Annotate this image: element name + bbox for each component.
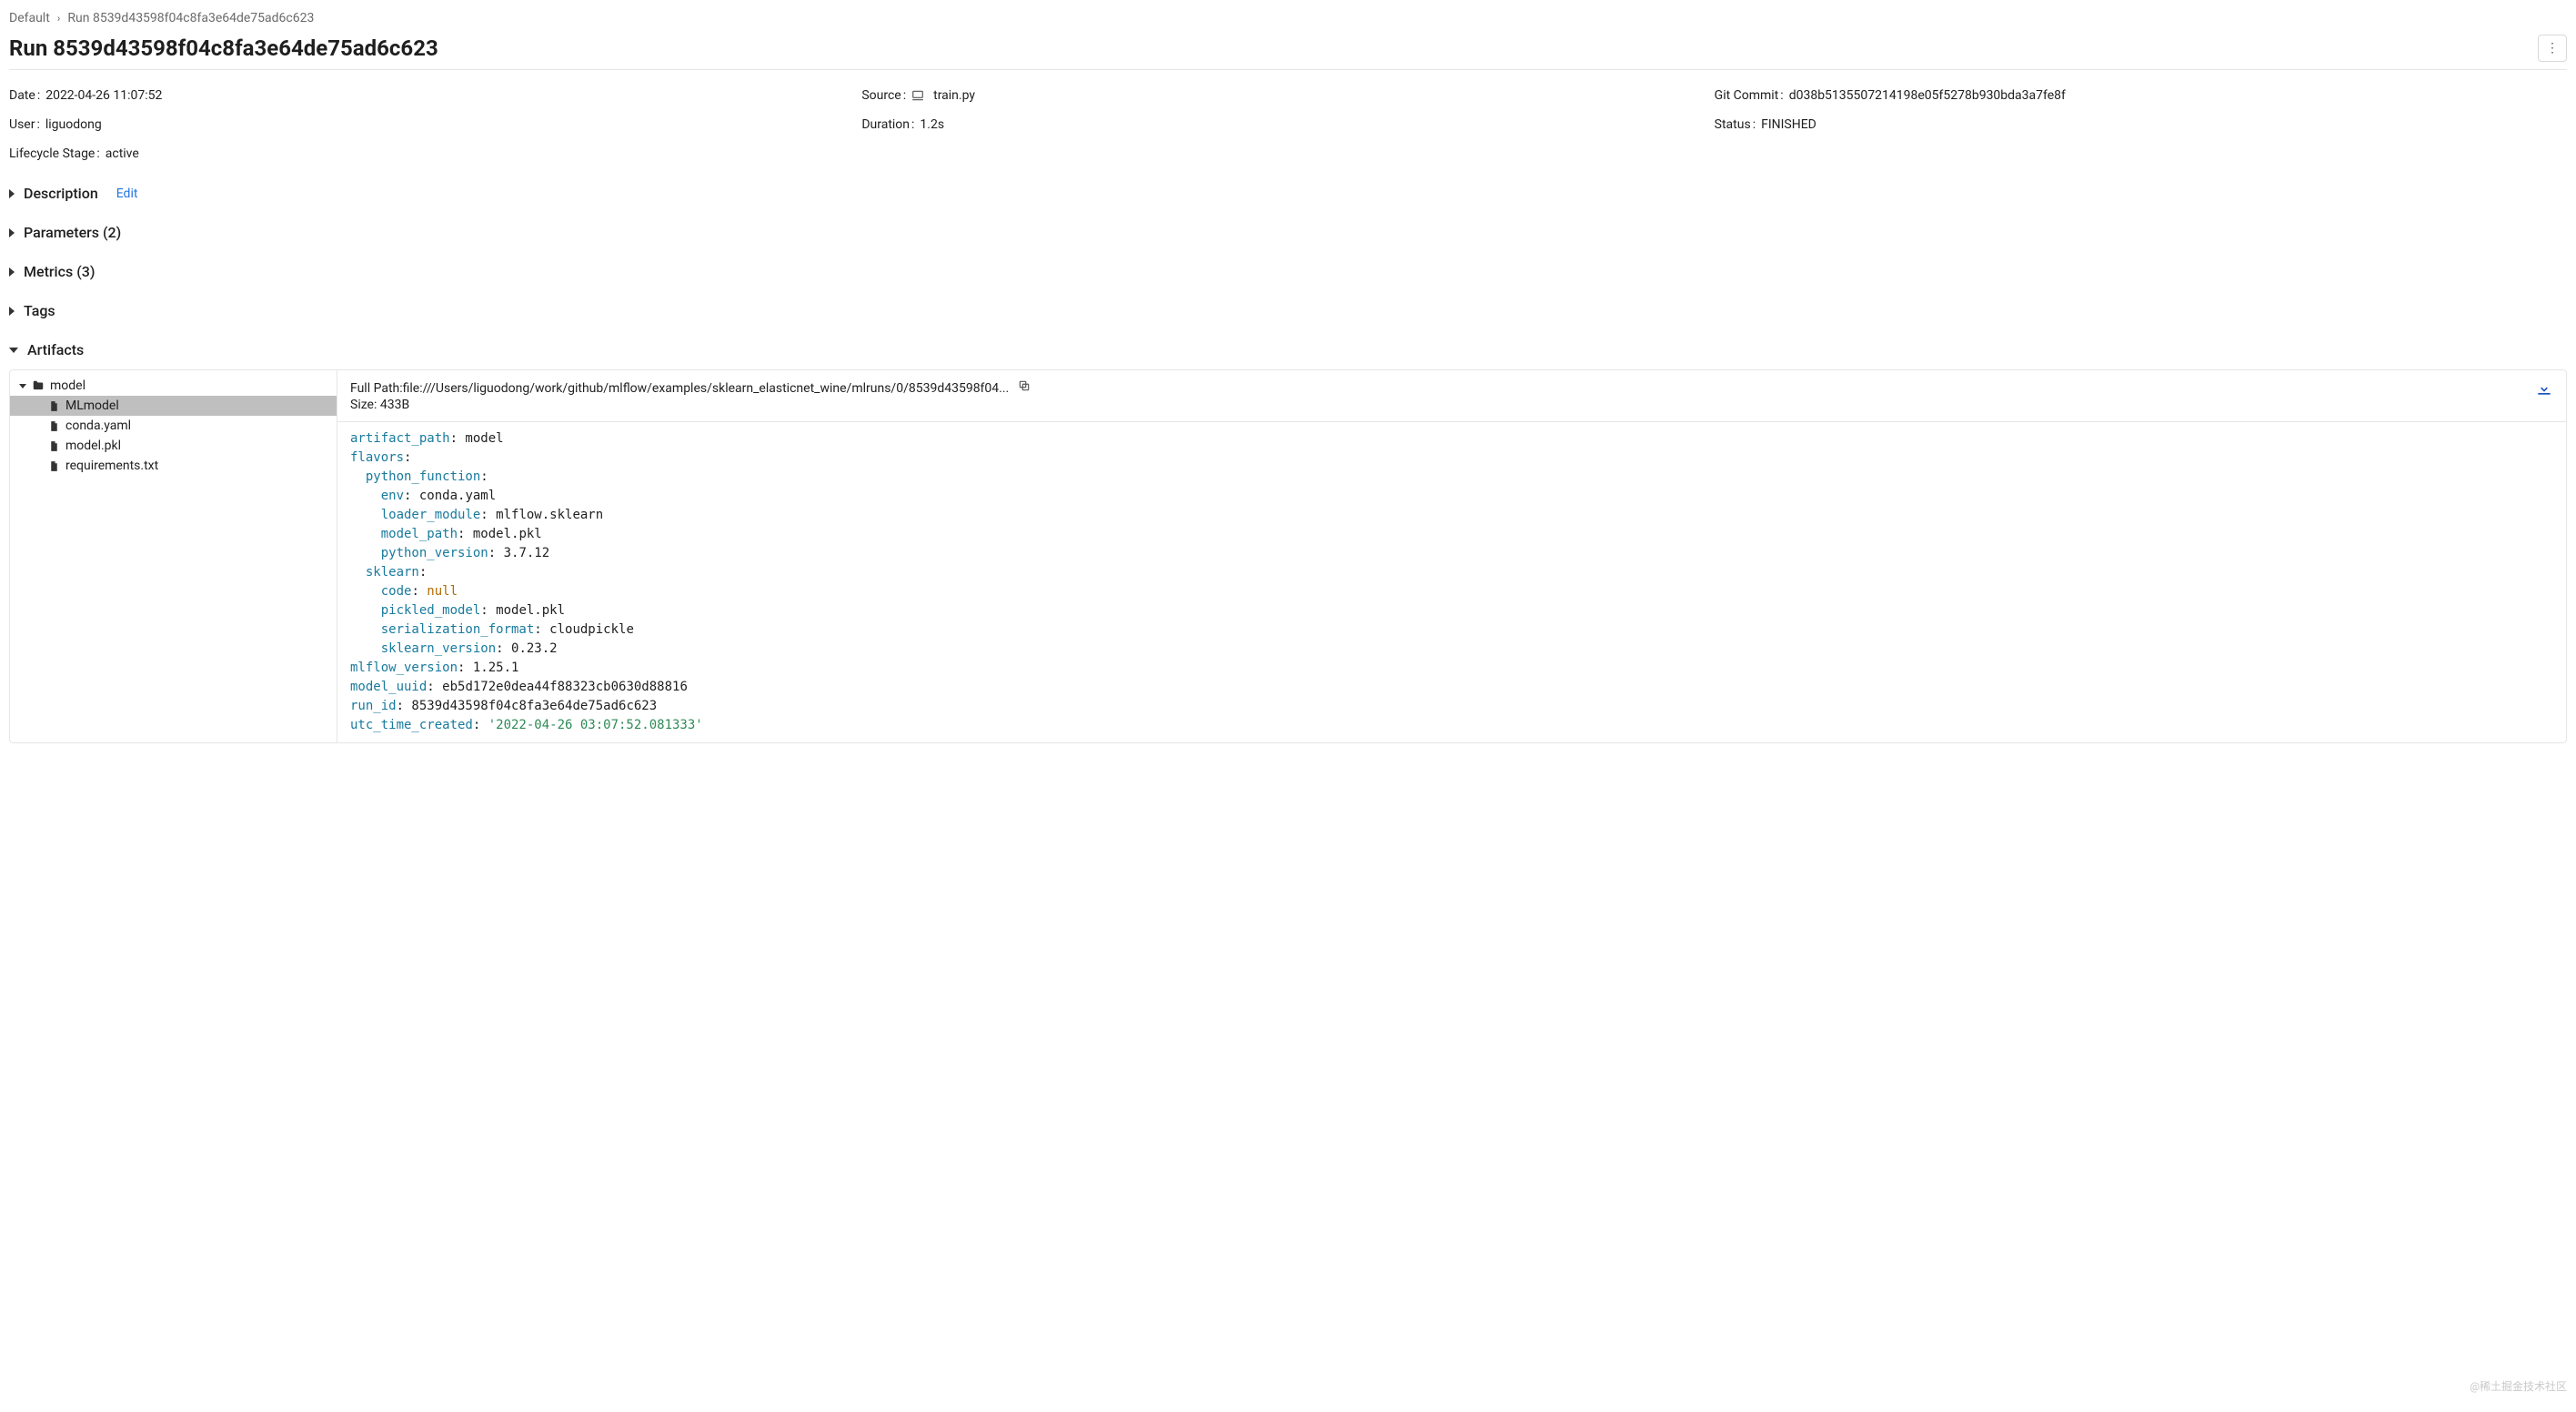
tree-file-label: model.pkl	[65, 439, 121, 453]
tree-file[interactable]: model.pkl	[10, 436, 337, 456]
tree-file[interactable]: requirements.txt	[10, 456, 337, 476]
artifact-viewer: Full Path:file:///Users/liguodong/work/g…	[337, 370, 2566, 742]
meta-lifecycle-value: active	[106, 146, 139, 161]
meta-date-value: 2022-04-26 11:07:52	[45, 88, 162, 103]
run-meta: Date 2022-04-26 11:07:52 Source train.py…	[9, 70, 2567, 174]
section-artifacts[interactable]: Artifacts	[9, 330, 2567, 369]
meta-status-value: FINISHED	[1761, 117, 1816, 132]
laptop-icon	[911, 89, 924, 102]
full-path-label: Full Path:	[350, 381, 403, 396]
copy-icon[interactable]	[1018, 379, 1031, 396]
tree-folder-model[interactable]: model	[10, 376, 337, 396]
meta-status-label: Status	[1715, 117, 1756, 132]
watermark: @稀土掘金技术社区	[2470, 1378, 2567, 1394]
file-icon	[48, 460, 60, 472]
more-vertical-icon: ⋮	[2546, 42, 2559, 55]
meta-duration-value: 1.2s	[920, 117, 944, 132]
tree-folder-label: model	[50, 378, 86, 393]
meta-user-label: User	[9, 117, 40, 132]
file-icon	[48, 400, 60, 412]
tree-file-label: requirements.txt	[65, 459, 158, 473]
artifact-tree: model MLmodel conda.yaml model.pkl requirem…	[10, 370, 337, 742]
tree-file-label: MLmodel	[65, 398, 119, 413]
meta-git-value: d038b5135507214198e05f5278b930bda3a7fe8f	[1789, 88, 2066, 103]
tree-file[interactable]: conda.yaml	[10, 416, 337, 436]
caret-down-icon	[9, 348, 18, 353]
breadcrumb-current: Run 8539d43598f04c8fa3e64de75ad6c623	[67, 11, 314, 25]
section-metrics-title: Metrics (3)	[24, 263, 95, 280]
section-metrics[interactable]: Metrics (3)	[9, 252, 2567, 291]
caret-right-icon	[9, 228, 15, 237]
section-description-title: Description	[24, 185, 98, 202]
page-title: Run 8539d43598f04c8fa3e64de75ad6c623	[9, 35, 438, 61]
tree-file[interactable]: MLmodel	[10, 396, 337, 416]
section-tags-title: Tags	[24, 302, 55, 319]
meta-source-label: Source	[861, 88, 906, 103]
tree-file-label: conda.yaml	[65, 419, 131, 433]
caret-down-icon	[19, 384, 26, 388]
chevron-right-icon: ›	[57, 12, 61, 25]
section-description[interactable]: Description Edit	[9, 174, 2567, 213]
folder-icon	[32, 379, 45, 392]
section-parameters-title: Parameters (2)	[24, 224, 121, 241]
section-tags[interactable]: Tags	[9, 291, 2567, 330]
full-path-value: file:///Users/liguodong/work/github/mlfl…	[403, 381, 1010, 396]
meta-user-value[interactable]: liguodong	[45, 117, 102, 132]
download-button[interactable]	[2535, 379, 2553, 398]
size-value: 433B	[380, 398, 409, 412]
caret-right-icon	[9, 307, 15, 316]
meta-source-value[interactable]: train.py	[933, 88, 975, 103]
file-content: artifact_path: model flavors: python_fun…	[337, 422, 2566, 742]
meta-duration-label: Duration	[861, 117, 914, 132]
artifacts-panel: model MLmodel conda.yaml model.pkl requirem…	[9, 369, 2567, 743]
file-icon	[48, 440, 60, 452]
size-label: Size:	[350, 398, 377, 412]
section-parameters[interactable]: Parameters (2)	[9, 213, 2567, 252]
caret-right-icon	[9, 189, 15, 198]
file-icon	[48, 420, 60, 432]
meta-git-label: Git Commit	[1715, 88, 1784, 103]
meta-date-label: Date	[9, 88, 40, 103]
more-button[interactable]: ⋮	[2538, 35, 2567, 62]
meta-lifecycle-label: Lifecycle Stage	[9, 146, 100, 161]
edit-description-link[interactable]: Edit	[116, 187, 138, 201]
caret-right-icon	[9, 267, 15, 277]
section-artifacts-title: Artifacts	[27, 341, 84, 358]
breadcrumb-root[interactable]: Default	[9, 11, 50, 25]
breadcrumb: Default › Run 8539d43598f04c8fa3e64de75a…	[9, 7, 2567, 35]
